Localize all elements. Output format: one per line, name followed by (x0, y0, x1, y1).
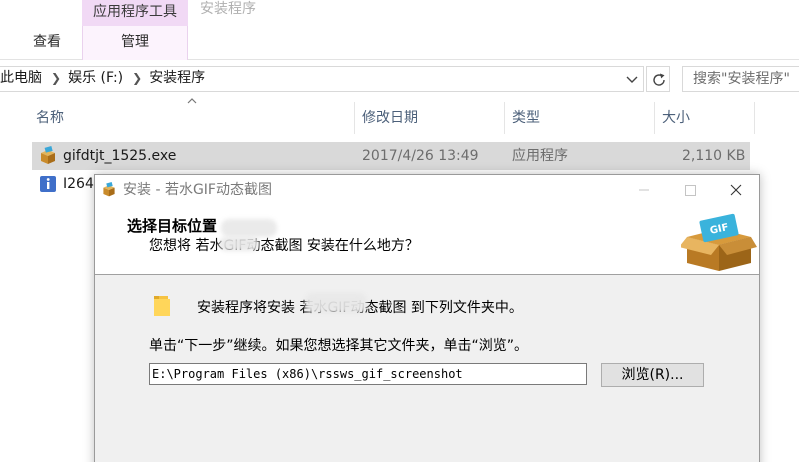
file-name[interactable]: gifdtjt_1525.exe (63, 142, 176, 170)
instruction-text: 单击“下一步”继续。如果您想选择其它文件夹，单击“浏览”。 (149, 338, 529, 354)
maximize-icon[interactable] (667, 175, 713, 205)
tab-manage[interactable]: 管理 (82, 26, 188, 60)
setup-dialog: 安装 - 若水GIF动态截图 选择目标位置 您想将 若水GIF动态截图 安装在什… (94, 174, 760, 462)
file-name[interactable]: I264 (63, 170, 94, 198)
column-header-modified[interactable]: 修改日期 (362, 102, 418, 134)
chevron-right-icon[interactable]: ❯ (42, 67, 68, 89)
column-divider[interactable] (504, 102, 505, 134)
gif-box-logo: GIF (681, 213, 757, 271)
column-header-size[interactable]: 大小 (662, 102, 690, 134)
sort-up-icon (187, 98, 197, 104)
info-icon (40, 176, 56, 192)
file-size: 2,110 KB (682, 148, 746, 164)
breadcrumb-this-pc[interactable]: 此电脑 (0, 70, 42, 86)
ribbon: 应用程序工具 安装程序 查看 管理 (0, 0, 799, 60)
chevron-right-icon[interactable]: ❯ (123, 67, 149, 89)
chevron-down-icon[interactable] (625, 70, 639, 88)
minimize-icon[interactable] (621, 175, 667, 205)
blur-overlay (305, 293, 367, 313)
install-path-input[interactable]: E:\Program Files (x86)\rssws_gif_screens… (149, 363, 587, 385)
dialog-title: 安装 - 若水GIF动态截图 (123, 182, 272, 198)
blur-overlay (221, 219, 277, 237)
breadcrumb-folder[interactable]: 安装程序 (149, 70, 205, 86)
address-bar[interactable]: 此电脑 ❯ 娱乐 (F:) ❯ 安装程序 (0, 66, 644, 92)
column-divider[interactable] (654, 102, 655, 134)
window-title: 安装程序 (200, 1, 256, 17)
column-header-name[interactable]: 名称 (36, 102, 64, 134)
breadcrumb-drive[interactable]: 娱乐 (F:) (68, 70, 123, 86)
dialog-titlebar[interactable]: 安装 - 若水GIF动态截图 (95, 175, 759, 207)
file-modified: 2017/4/26 13:49 (362, 148, 479, 164)
breadcrumb: 此电脑 ❯ 娱乐 (F:) ❯ 安装程序 (0, 67, 205, 91)
tab-view[interactable]: 查看 (20, 26, 74, 60)
column-header-type[interactable]: 类型 (512, 102, 540, 134)
file-type: 应用程序 (512, 148, 568, 164)
browse-button[interactable]: 浏览(R)... (601, 363, 704, 387)
column-divider[interactable] (354, 102, 355, 134)
folder-icon (154, 296, 170, 316)
page-subtitle: 您想将 若水GIF动态截图 安装在什么地方？ (149, 238, 419, 254)
refresh-icon (653, 73, 665, 86)
close-icon[interactable] (713, 175, 759, 205)
search-input[interactable]: 搜索"安装程序" (682, 66, 799, 92)
column-divider[interactable] (754, 102, 755, 134)
installer-icon (103, 182, 115, 197)
blur-overlay (219, 237, 259, 251)
refresh-button[interactable] (646, 66, 670, 92)
installer-icon (41, 146, 55, 164)
dialog-header: 选择目标位置 您想将 若水GIF动态截图 安装在什么地方？ GIF (95, 207, 759, 275)
page-title: 选择目标位置 (127, 217, 218, 235)
context-tab-group-header[interactable]: 应用程序工具 (82, 0, 188, 26)
